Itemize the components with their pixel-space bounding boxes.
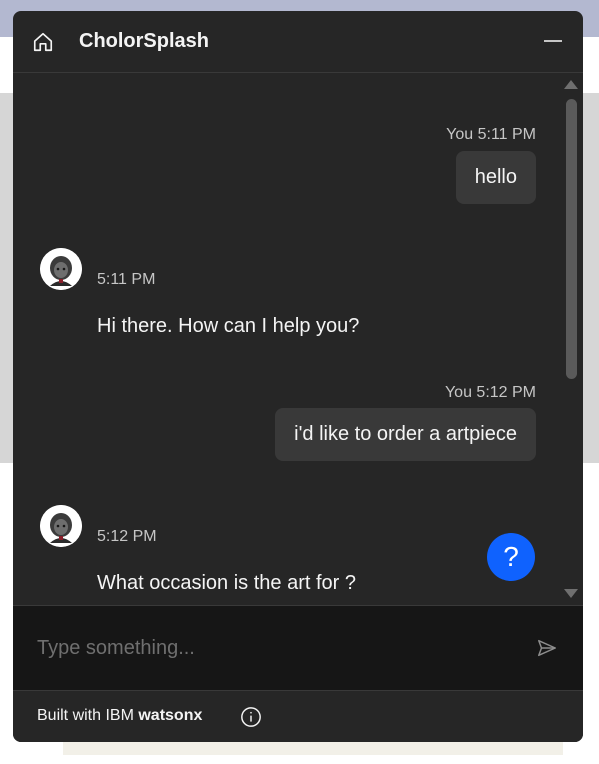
user-message-meta: You 5:12 PM — [444, 384, 536, 401]
bot-avatar — [40, 505, 82, 547]
chat-header: CholorSplash — [13, 11, 583, 73]
minimize-button[interactable] — [541, 29, 565, 53]
info-button[interactable] — [239, 705, 263, 729]
message-input[interactable] — [37, 630, 517, 666]
message-input-area — [13, 605, 583, 690]
info-icon — [241, 707, 261, 727]
footer-credit: Built with IBM watsonx — [37, 707, 202, 725]
bot-message-meta: 5:12 PM — [97, 528, 157, 545]
bot-message-text: Hi there. How can I help you? — [97, 315, 360, 337]
chat-title: CholorSplash — [79, 30, 210, 52]
scroll-down-arrow[interactable] — [564, 589, 578, 598]
scroll-up-arrow[interactable] — [564, 80, 578, 89]
chat-footer: Built with IBM watsonx — [13, 690, 583, 742]
user-message-bubble: hello — [455, 151, 536, 204]
bot-message-text: What occasion is the art for ? — [97, 572, 357, 594]
footer-brand: watsonx — [138, 707, 203, 724]
home-button[interactable] — [29, 28, 57, 56]
scrollbar-thumb[interactable] — [566, 99, 577, 379]
user-message-meta: You 5:11 PM — [446, 126, 536, 143]
bot-avatar — [40, 248, 82, 290]
help-button[interactable]: ? — [487, 533, 535, 581]
user-message-bubble: i'd like to order a artpiece — [275, 408, 536, 461]
minimize-icon — [544, 40, 562, 42]
message-list[interactable]: You 5:11 PM hello 5:11 PM Hi there. How … — [13, 74, 583, 605]
chat-widget: CholorSplash You 5:11 PM hello 5:11 PM H… — [13, 11, 583, 742]
send-button[interactable] — [535, 636, 559, 660]
bot-message-meta: 5:11 PM — [97, 271, 156, 288]
footer-prefix: Built with IBM — [37, 707, 139, 724]
send-icon — [538, 639, 556, 657]
home-icon — [33, 32, 53, 52]
